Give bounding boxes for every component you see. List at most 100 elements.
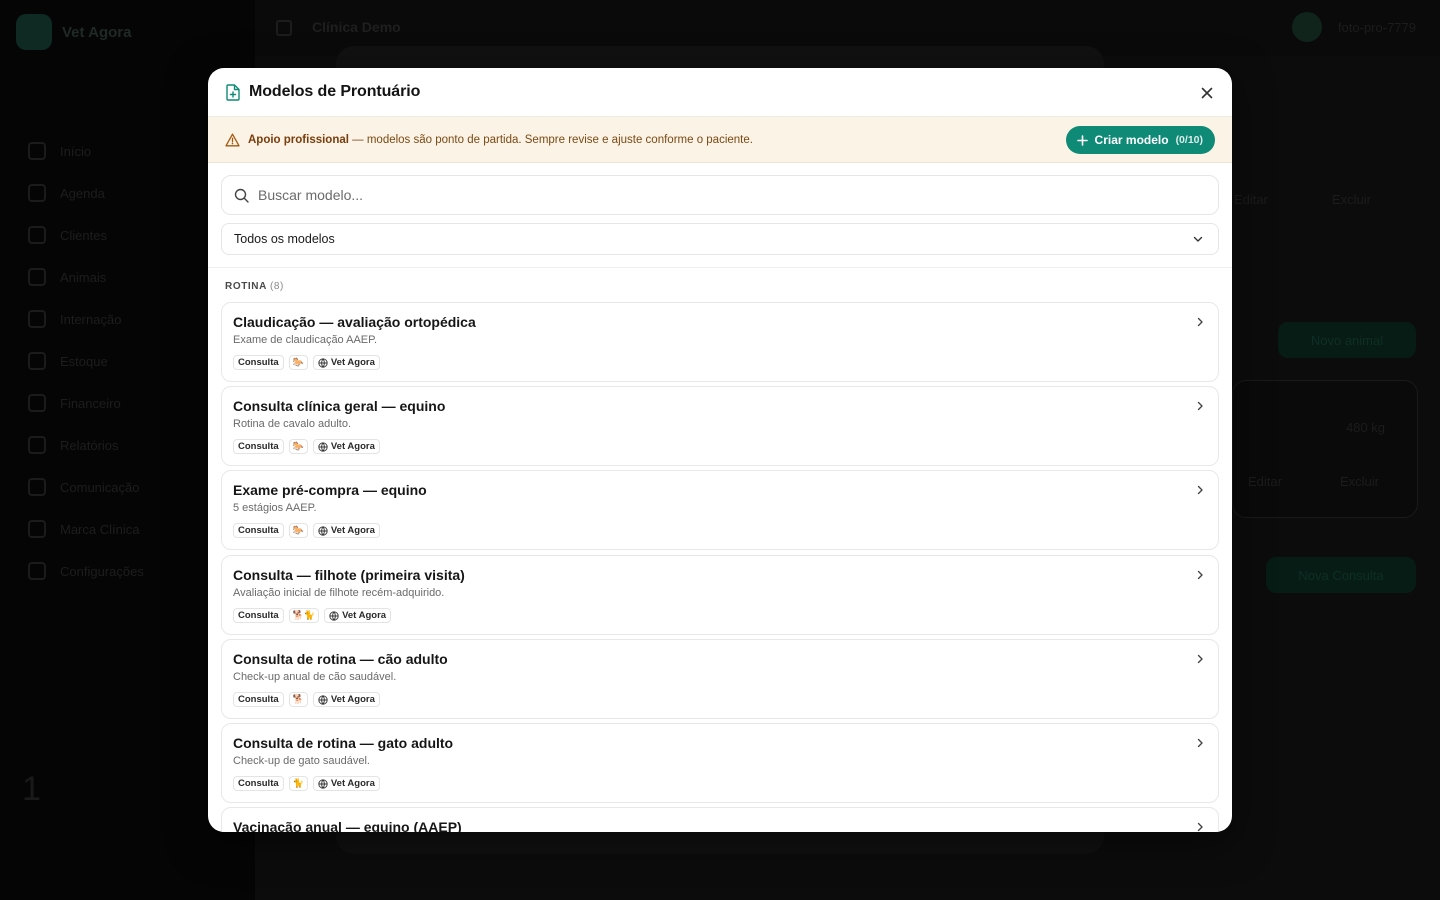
search-box [221,175,1219,215]
template-tags: Consulta 🐎 Vet Agora [233,523,380,538]
section-title-label: ROTINA [225,281,267,292]
template-title: Vacinação anual — equino (AAEP) [233,819,462,832]
globe-icon [318,525,328,536]
source-tag: Vet Agora [312,692,380,707]
gear-icon [28,562,46,580]
template-card[interactable]: Exame pré-compra — equino 5 estágios AAE… [221,470,1219,550]
globe-icon [318,694,328,705]
source-tag: Vet Agora [324,608,392,623]
close-icon [1201,87,1213,99]
sidebar-item-label: Comunicação [60,479,140,495]
bg-weight: 480 kg [1346,420,1386,435]
template-description: 5 estágios AAEP. [233,502,317,514]
species-tag: 🐕🐈 [288,608,320,623]
chevron-down-icon [1193,236,1203,242]
create-template-count: (0/10) [1175,134,1203,146]
sidebar-nav: Início Agenda Clientes Animais Internaçã… [28,130,144,592]
template-card[interactable]: Consulta de rotina — cão adulto Check-up… [221,639,1219,719]
bg-delete-label: Excluir [1332,192,1372,207]
source-label: Vet Agora [342,610,387,621]
sidebar-item-label: Financeiro [60,395,121,411]
close-button[interactable] [1196,82,1218,104]
template-tags: Consulta 🐕 Vet Agora [233,692,380,707]
template-card[interactable]: Vacinação anual — equino (AAEP) [221,807,1219,832]
chevron-right-icon [1197,822,1203,832]
sidebar-item-label: Relatórios [60,437,119,453]
paw-icon [28,268,46,286]
chart-icon [28,394,46,412]
template-description: Rotina de cavalo adulto. [233,418,352,430]
globe-icon [329,610,339,621]
template-description: Check-up de gato saudável. [233,755,370,767]
clinic-title: Clínica Demo [312,19,401,35]
template-title: Consulta clínica geral — equino [233,398,446,414]
template-description: Check-up anual de cão saudável. [233,671,397,683]
species-tag: 🐎 [288,355,308,370]
sidebar-item-label: Clientes [60,227,107,243]
sidebar-item-marca: Marca Clínica [28,508,144,550]
source-tag: Vet Agora [312,776,380,791]
plus-icon [1076,134,1088,146]
report-icon [28,436,46,454]
box-icon [28,352,46,370]
warning-icon [225,133,240,147]
template-card[interactable]: Consulta clínica geral — equino Rotina d… [221,386,1219,466]
sidebar-item-label: Agenda [60,185,105,201]
sidebar-item-internacao: Internação [28,298,144,340]
source-label: Vet Agora [330,441,375,452]
template-card[interactable]: Consulta de rotina — gato adulto Check-u… [221,723,1219,803]
template-tags: Consulta 🐎 Vet Agora [233,439,380,454]
search-input[interactable] [258,187,1198,203]
chevron-right-icon [1197,738,1203,748]
chevron-right-icon [1197,401,1203,411]
bg-new-animal-button: Novo animal [1278,322,1416,358]
source-label: Vet Agora [330,525,375,536]
template-card[interactable]: Consulta — filhote (primeira visita) Ava… [221,555,1219,635]
template-title: Consulta de rotina — cão adulto [233,651,448,667]
species-tag: 🐕 [288,692,308,707]
species-tag: 🐎 [288,523,308,538]
user-name: foto-pro-7779 [1337,19,1416,35]
sidebar-item-estoque: Estoque [28,340,144,382]
sidebar-item-configuracoes: Configurações [28,550,144,592]
bg-new-consult-button: Nova Consulta [1266,557,1416,593]
template-title: Consulta de rotina — gato adulto [233,735,454,751]
source-tag: Vet Agora [312,523,380,538]
source-label: Vet Agora [330,694,375,705]
template-tags: Consulta 🐕🐈 Vet Agora [233,608,392,623]
species-tag: 🐈 [288,776,308,791]
sidebar-item-label: Estoque [60,353,108,369]
type-tag: Consulta [233,608,284,623]
search-icon [234,188,249,203]
template-filter-select[interactable]: Todos os modelos [221,223,1219,255]
sidebar-item-agenda: Agenda [28,172,144,214]
create-template-button[interactable]: Criar modelo (0/10) [1065,126,1215,154]
source-tag: Vet Agora [312,439,380,454]
avatar [1291,12,1322,42]
sidebar-item-financeiro: Financeiro [28,382,144,424]
sidebar-item-animais: Animais [28,256,144,298]
home-icon [28,142,46,160]
document-plus-icon [226,83,240,101]
type-tag: Consulta [233,439,284,454]
sidebar-item-label: Marca Clínica [60,521,140,537]
template-list: ROTINA (8) Claudicação — avaliação ortopé… [208,268,1232,832]
type-tag: Consulta [233,355,284,370]
professional-notice: Apoio profissional — modelos são ponto d… [208,117,1232,163]
sidebar-item-inicio: Início [28,130,144,172]
filter-value: Todos os modelos [234,232,335,246]
notice-strong: Apoio profissional [248,133,349,146]
message-icon [28,478,46,496]
chevron-right-icon [1197,317,1203,327]
chevron-right-icon [1197,654,1203,664]
logo-mark [16,14,52,50]
template-description: Avaliação inicial de filhote recém-adqui… [233,587,445,599]
notice-body: — modelos são ponto de partida. Sempre r… [348,133,753,146]
template-description: Exame de claudicação AAEP. [233,334,378,346]
brand-icon [28,520,46,538]
template-card[interactable]: Claudicação — avaliação ortopédica Exame… [221,302,1219,382]
template-title: Claudicação — avaliação ortopédica [233,314,476,330]
notice-text: Apoio profissional — modelos são ponto d… [248,134,753,146]
sidebar-item-label: Configurações [60,563,144,579]
app-logo: Vet Agora [16,14,131,50]
